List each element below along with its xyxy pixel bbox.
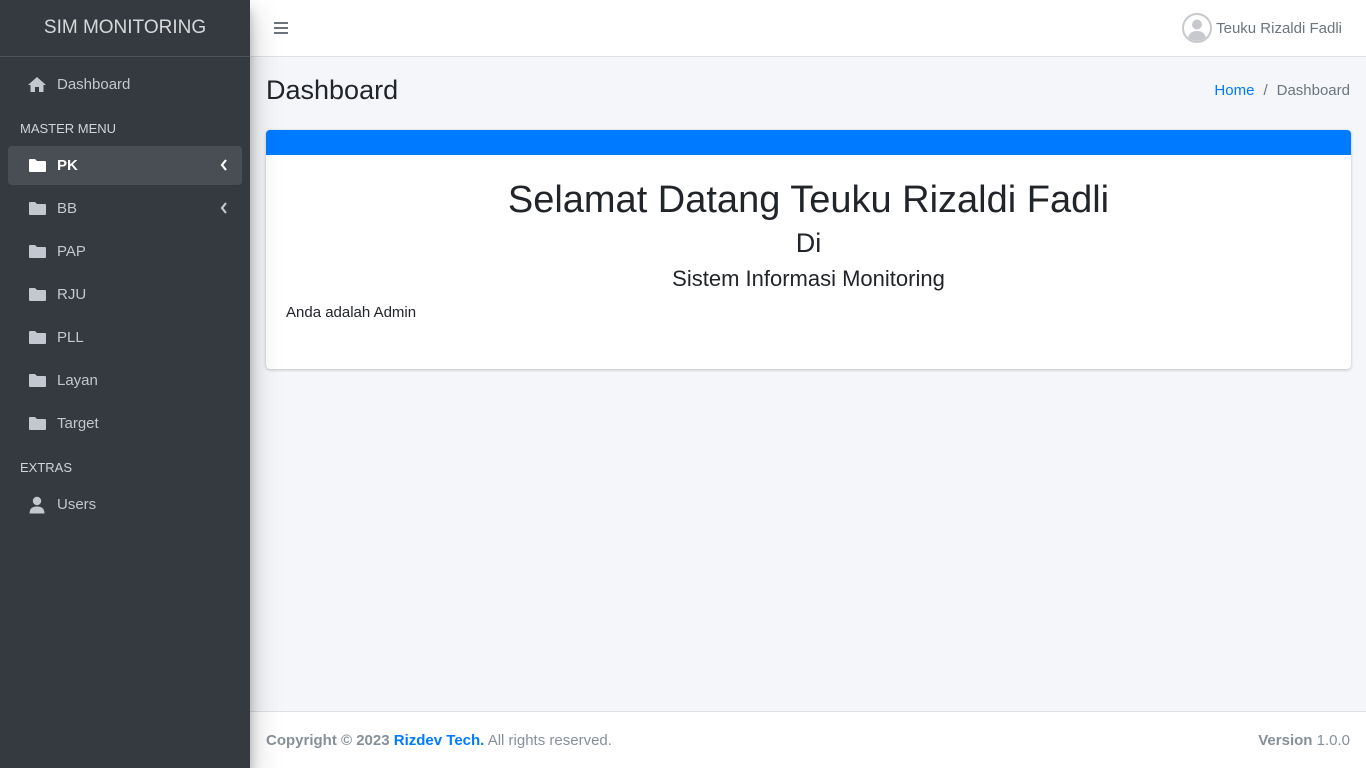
sidebar-item-label: Users [57,496,97,513]
sidebar-item-pap[interactable]: PAP [8,232,242,271]
company-link[interactable]: Rizdev Tech. [394,732,485,749]
sidebar-item-target[interactable]: Target [8,404,242,443]
brand-link[interactable]: SIM MONITORING [0,0,250,57]
folder-icon [26,286,48,304]
welcome-card: Selamat Datang Teuku Rizaldi Fadli Di Si… [266,130,1351,369]
folder-icon [26,415,48,433]
sidebar-item-layan[interactable]: Layan [8,361,242,400]
sidebar-item-pk[interactable]: PK [8,146,242,185]
welcome-di: Di [795,228,822,258]
copyright: Copyright © 2023 Rizdev Tech. All rights… [266,732,612,749]
version-value: 1.0.0 [1316,731,1350,749]
breadcrumb-separator: / [1263,81,1268,99]
system-name: Sistem Informasi Monitoring [672,266,945,291]
sidebar-item-label: PK [57,157,78,174]
version-label: Version [1258,731,1313,749]
rights-text: All rights reserved. [487,731,612,749]
card-body: Selamat Datang Teuku Rizaldi Fadli Di Si… [266,178,1351,321]
card-header-bar [266,130,1351,155]
folder-icon [26,243,48,261]
sidebar-item-label: Dashboard [57,76,131,93]
folder-icon [26,200,48,218]
breadcrumb: Home / Dashboard [1214,82,1350,99]
brand-title: SIM MONITORING [43,17,207,38]
user-name: Teuku Rizaldi Fadli [1216,19,1342,37]
version: Version 1.0.0 [1258,732,1350,749]
folder-icon [26,329,48,347]
welcome-heading: Selamat Datang Teuku Rizaldi Fadli [507,179,1110,221]
sidebar-item-label: RJU [57,286,87,303]
sidebar-item-label: BB [57,200,78,217]
avatar-icon [1182,13,1213,43]
footer: Copyright © 2023 Rizdev Tech. All rights… [250,711,1366,768]
sidebar-item-label: Target [57,415,99,432]
nav-header-extras: EXTRAS [20,459,73,475]
sidebar-item-rju[interactable]: RJU [8,275,242,314]
copyright-prefix: Copyright © 2023 [266,731,390,749]
user-icon [26,496,48,514]
folder-icon [26,157,48,175]
user-menu[interactable]: Teuku Rizaldi Fadli [1182,13,1342,43]
top-navbar: Teuku Rizaldi Fadli [250,0,1366,57]
content-header: Dashboard Home / Dashboard [266,70,1350,110]
sidebar-item-label: PAP [57,243,86,260]
role-text: Anda adalah Admin [286,304,417,321]
sidebar-item-label: Layan [57,372,98,389]
chevron-left-icon [220,201,228,218]
chevron-left-icon [220,158,228,175]
breadcrumb-home-link[interactable]: Home [1214,82,1254,99]
breadcrumb-current: Dashboard [1276,81,1350,99]
sidebar-item-label: PLL [57,329,84,346]
sidebar-nav: Dashboard MASTER MENU PK BB PAP RJU PLL … [0,57,250,536]
sidebar: SIM MONITORING Dashboard MASTER MENU PK … [0,0,250,768]
nav-header-master: MASTER MENU [20,120,117,136]
page-title: Dashboard [266,74,399,105]
hamburger-icon[interactable] [274,22,288,34]
sidebar-item-dashboard[interactable]: Dashboard [8,65,242,104]
sidebar-item-users[interactable]: Users [8,485,242,524]
folder-icon [26,372,48,390]
sidebar-item-bb[interactable]: BB [8,189,242,228]
home-icon [26,76,48,94]
sidebar-item-pll[interactable]: PLL [8,318,242,357]
